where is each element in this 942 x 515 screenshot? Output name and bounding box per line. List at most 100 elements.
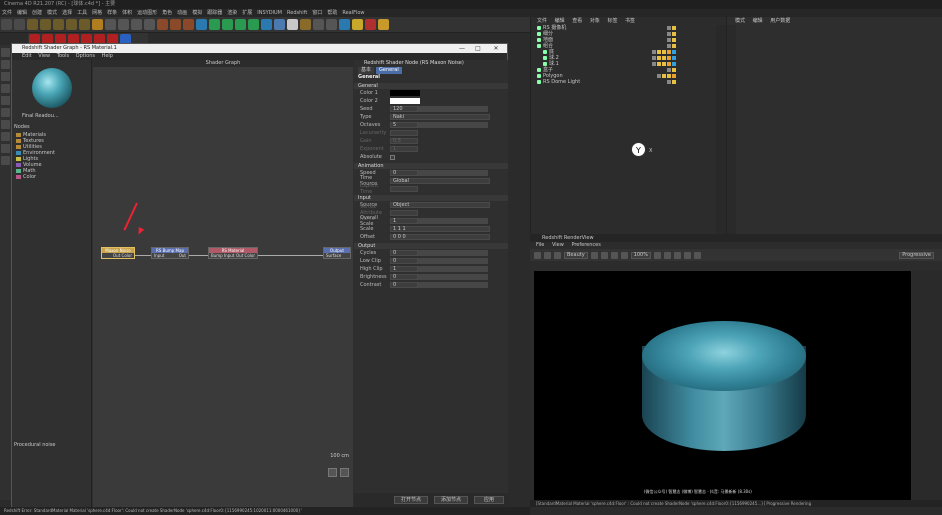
- region-icon[interactable]: [610, 251, 618, 259]
- menu-tools[interactable]: Tools: [57, 53, 69, 59]
- prop-slider[interactable]: [418, 218, 488, 224]
- main-menu-item[interactable]: 帮助: [327, 10, 337, 16]
- prop-field[interactable]: 120: [390, 106, 418, 112]
- main-menu-item[interactable]: 工具: [77, 10, 87, 16]
- exposure-icon[interactable]: [683, 251, 691, 259]
- pen-icon[interactable]: [209, 19, 220, 30]
- color-picker-icon[interactable]: [620, 251, 628, 259]
- tag-icon[interactable]: [672, 80, 676, 84]
- model-mode-icon[interactable]: [1, 48, 10, 57]
- plugin-icon[interactable]: [339, 19, 350, 30]
- tag-icon[interactable]: [672, 62, 676, 66]
- main-menu-item[interactable]: 扩展: [242, 10, 252, 16]
- add-node-button[interactable]: 添加节点: [434, 496, 468, 504]
- axis-y-icon[interactable]: [118, 19, 129, 30]
- layout-icon[interactable]: [300, 19, 311, 30]
- menu-options[interactable]: Options: [76, 53, 95, 59]
- node-rs-material[interactable]: RS Material Bump Input Out Color: [208, 247, 258, 259]
- om-menu-tags[interactable]: 标签: [607, 18, 617, 24]
- cube-icon[interactable]: [196, 19, 207, 30]
- axis-x-icon[interactable]: [105, 19, 116, 30]
- fit-icon[interactable]: [673, 251, 681, 259]
- tag-icon[interactable]: [657, 56, 661, 60]
- tag-icon[interactable]: [672, 56, 676, 60]
- prop-field[interactable]: 1 1 1: [390, 226, 490, 232]
- main-menu-item[interactable]: 渲染: [227, 10, 237, 16]
- snap-mode-icon[interactable]: [1, 132, 10, 141]
- prop-slider[interactable]: [418, 282, 488, 288]
- tag-icon[interactable]: [667, 68, 671, 72]
- main-menu-item[interactable]: 编辑: [17, 10, 27, 16]
- main-menu-item[interactable]: 角色: [162, 10, 172, 16]
- undo-icon[interactable]: [1, 19, 12, 30]
- floor-icon[interactable]: [261, 19, 272, 30]
- am-menu-mode[interactable]: 模式: [735, 18, 745, 24]
- tab-general[interactable]: General: [376, 67, 402, 74]
- node-port-out[interactable]: Out: [179, 253, 186, 258]
- prop-slider[interactable]: [418, 266, 488, 272]
- grid-icon[interactable]: [328, 468, 337, 477]
- main-menu-item[interactable]: 创建: [32, 10, 42, 16]
- prop-field[interactable]: 0: [390, 282, 418, 288]
- main-menu-item[interactable]: INSYDIUM: [257, 10, 282, 16]
- render-settings-icon[interactable]: [183, 19, 194, 30]
- tag-icon[interactable]: [652, 62, 656, 66]
- realflow-icon[interactable]: [378, 19, 389, 30]
- om-menu-edit[interactable]: 编辑: [555, 18, 565, 24]
- minimize-button[interactable]: —: [455, 44, 469, 53]
- sculpt-mode-icon[interactable]: [1, 120, 10, 129]
- main-menu-item[interactable]: 选择: [62, 10, 72, 16]
- om-menu-bookmarks[interactable]: 书签: [625, 18, 635, 24]
- tab-basic[interactable]: 基本: [358, 67, 375, 74]
- main-menu-item[interactable]: 模拟: [192, 10, 202, 16]
- tag-icon[interactable]: [672, 44, 676, 48]
- close-button[interactable]: ✕: [489, 44, 503, 53]
- tag-icon[interactable]: [667, 38, 671, 42]
- node-port-out[interactable]: Out Color: [113, 253, 132, 258]
- tag-icon[interactable]: [657, 50, 661, 54]
- om-menu-objects[interactable]: 对象: [590, 18, 600, 24]
- tag-icon[interactable]: [667, 44, 671, 48]
- om-menu-file[interactable]: 文件: [537, 18, 547, 24]
- prop-field[interactable]: [390, 186, 418, 192]
- main-menu-item[interactable]: Redshift: [287, 10, 307, 16]
- stop-icon[interactable]: [534, 251, 541, 259]
- prop-slider[interactable]: [418, 274, 488, 280]
- main-menu-item[interactable]: 样条: [107, 10, 117, 16]
- tag-icon[interactable]: [662, 56, 666, 60]
- snapshot-icon[interactable]: [590, 251, 598, 259]
- main-menu-item[interactable]: 网格: [92, 10, 102, 16]
- prop-slider[interactable]: [418, 250, 488, 256]
- prop-field[interactable]: [390, 210, 418, 216]
- menu-help[interactable]: Help: [102, 53, 113, 59]
- scale-icon[interactable]: [53, 19, 64, 30]
- tag-icon[interactable]: [652, 50, 656, 54]
- prop-field[interactable]: 0: [390, 274, 418, 280]
- tag-icon[interactable]: [672, 26, 676, 30]
- axis-mode-icon[interactable]: [1, 108, 10, 117]
- menu-edit[interactable]: Edit: [22, 53, 32, 59]
- grid-icon[interactable]: [326, 19, 337, 30]
- main-menu-item[interactable]: 运动图形: [137, 10, 157, 16]
- node-graph-canvas[interactable]: Shader Graph Maxon Noise Out Color RS Bu…: [93, 60, 353, 507]
- snap-icon[interactable]: [92, 19, 103, 30]
- maximize-button[interactable]: □: [471, 44, 485, 53]
- light-icon[interactable]: [287, 19, 298, 30]
- am-menu-userdata[interactable]: 用户数据: [770, 18, 790, 24]
- bulb-icon[interactable]: [352, 19, 363, 30]
- render-icon[interactable]: [170, 19, 181, 30]
- main-menu-item[interactable]: RealFlow: [342, 10, 364, 16]
- prop-checkbox[interactable]: [390, 154, 395, 160]
- python-icon[interactable]: [313, 19, 324, 30]
- transform-icon[interactable]: [79, 19, 90, 30]
- om-menu-view[interactable]: 查看: [572, 18, 582, 24]
- tag-icon[interactable]: [652, 56, 656, 60]
- tag-icon[interactable]: [667, 62, 671, 66]
- rv-menu-view[interactable]: View: [552, 242, 564, 248]
- render-view-icon[interactable]: [157, 19, 168, 30]
- select-icon[interactable]: [27, 19, 38, 30]
- node-port-in[interactable]: Surface: [326, 253, 341, 258]
- zoom-select[interactable]: 100%: [630, 251, 651, 259]
- color-swatch[interactable]: [390, 98, 420, 104]
- tag-icon[interactable]: [672, 74, 676, 78]
